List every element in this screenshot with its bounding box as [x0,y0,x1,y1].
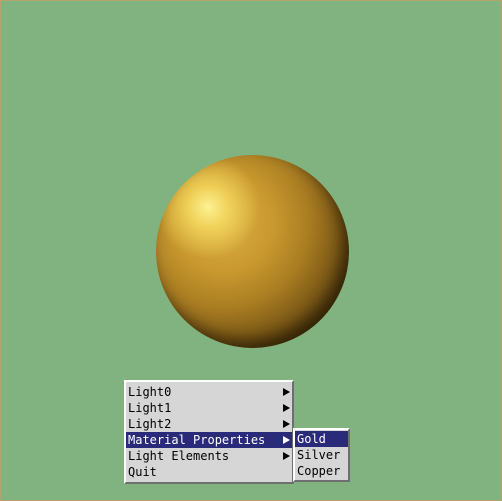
material-submenu: Gold Silver Copper [293,428,350,482]
menu-item-label: Light0 [128,385,172,399]
menu-item-light0[interactable]: Light0 [126,384,292,400]
submenu-item-label: Gold [297,432,326,446]
submenu-item-silver[interactable]: Silver [295,447,348,463]
submenu-arrow-icon [283,420,290,428]
menu-item-quit[interactable]: Quit [126,464,292,480]
submenu-item-label: Silver [297,448,341,462]
menu-item-label: Light2 [128,417,172,431]
submenu-arrow-icon [283,404,290,412]
menu-item-label: Material Properties [128,433,266,447]
menu-item-label: Light1 [128,401,172,415]
submenu-item-gold[interactable]: Gold [295,431,348,447]
submenu-arrow-icon [283,452,290,460]
submenu-item-copper[interactable]: Copper [295,463,348,479]
context-menu: Light0 Light1 Light2 Material Properties… [124,380,294,484]
submenu-item-label: Copper [297,464,341,478]
submenu-arrow-icon [283,436,290,444]
menu-item-light-elements[interactable]: Light Elements [126,448,292,464]
menu-item-light1[interactable]: Light1 [126,400,292,416]
menu-item-label: Light Elements [128,449,230,463]
submenu-arrow-icon [283,388,290,396]
menu-item-material-properties[interactable]: Material Properties [126,432,292,448]
menu-item-label: Quit [128,465,157,479]
gold-sphere [156,155,349,348]
menu-item-light2[interactable]: Light2 [126,416,292,432]
